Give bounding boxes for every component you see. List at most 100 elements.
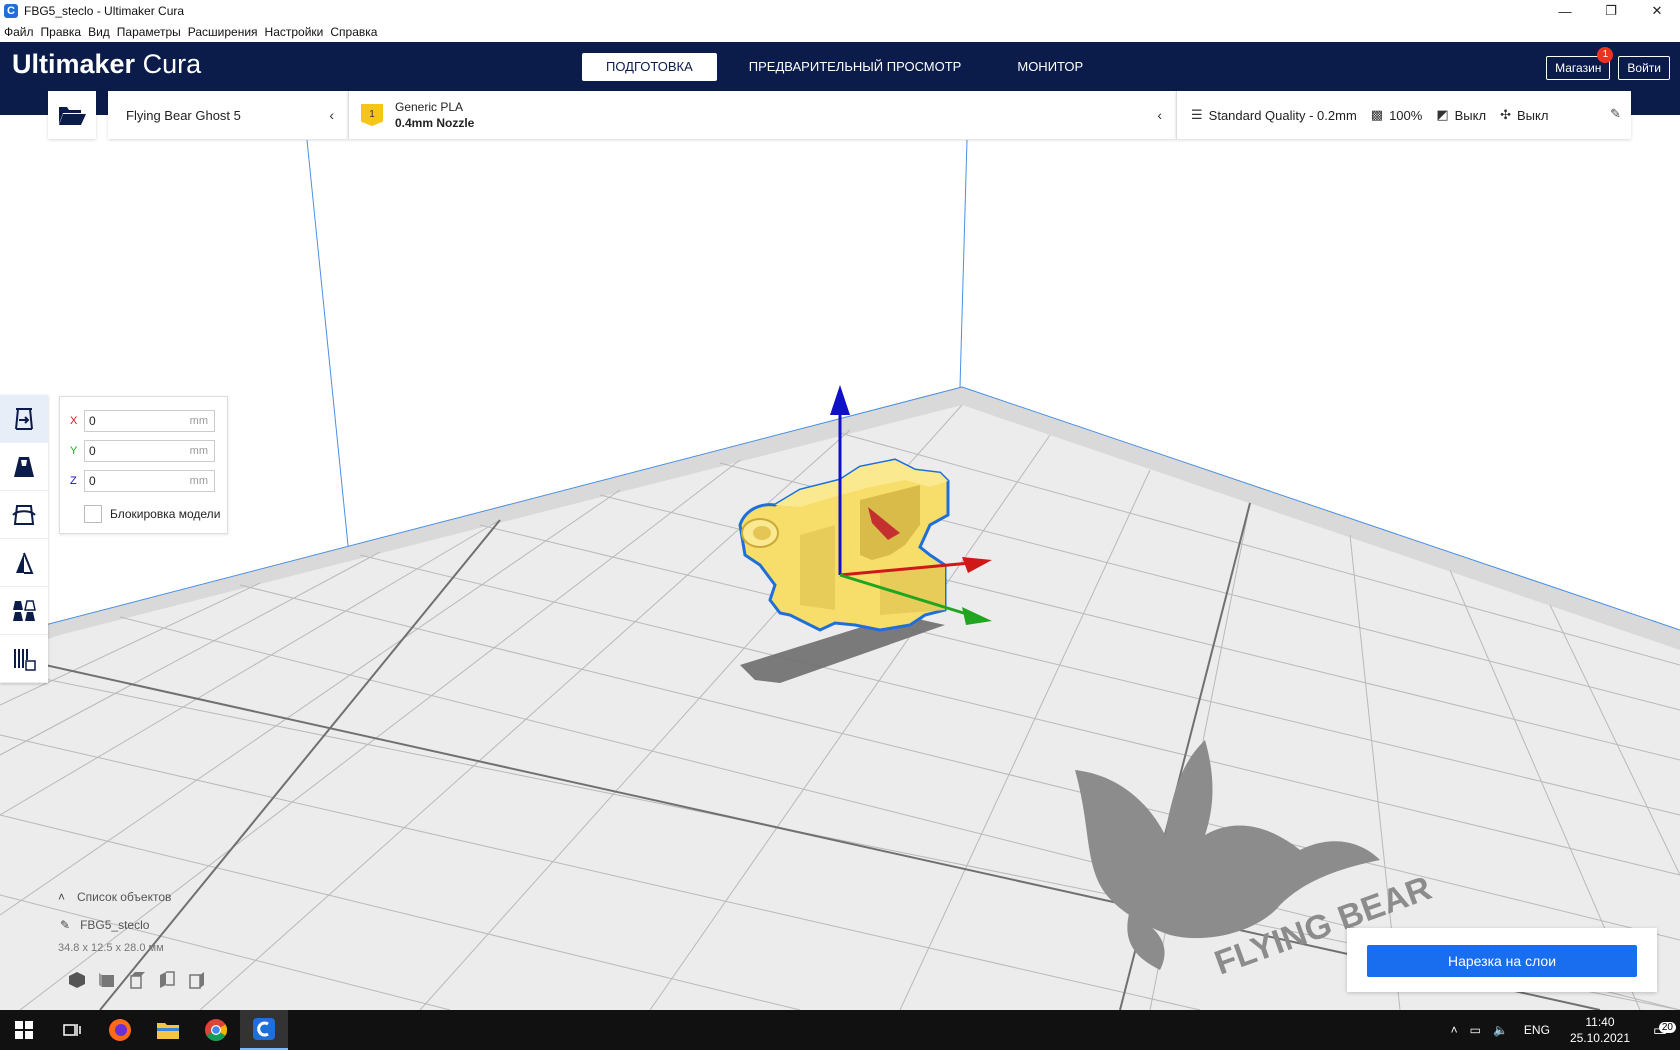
material-selector[interactable]: 1 Generic PLA 0.4mm Nozzle ‹: [348, 91, 1176, 139]
taskbar-chrome[interactable]: [192, 1010, 240, 1050]
view-front-button[interactable]: [92, 970, 122, 990]
tab-preview[interactable]: ПРЕДВАРИТЕЛЬНЫЙ ПРОСМОТР: [725, 53, 986, 81]
slice-button[interactable]: Нарезка на слои: [1367, 945, 1637, 977]
menu-file[interactable]: Файл: [4, 25, 34, 39]
header-account-area: Магазин 1 Войти: [1538, 47, 1670, 80]
marketplace-badge: 1: [1597, 47, 1614, 63]
menu-preferences[interactable]: Настройки: [265, 25, 324, 39]
quality-profile: ☰ Standard Quality - 0.2mm: [1191, 107, 1357, 123]
mirror-tool-button[interactable]: [0, 539, 48, 587]
lock-model-checkbox[interactable]: [84, 505, 102, 523]
window-controls: — ❐ ✕: [1542, 0, 1680, 22]
chrome-icon: [205, 1019, 227, 1041]
per-model-settings-button[interactable]: [0, 587, 48, 635]
support-value: Выкл: [1454, 107, 1487, 123]
z-coordinate-value: 0: [89, 474, 96, 488]
firefox-icon: [109, 1019, 131, 1041]
menu-help[interactable]: Справка: [330, 25, 377, 39]
y-coordinate-row: Y 0 mm: [70, 440, 215, 462]
x-coordinate-row: X 0 mm: [70, 410, 215, 432]
support-setting: ◩ Выкл: [1436, 107, 1486, 123]
view-top-button[interactable]: [122, 970, 152, 990]
adhesion-setting: ✣ Выкл: [1500, 107, 1548, 123]
printer-selector[interactable]: Flying Bear Ghost 5 ‹: [108, 91, 348, 139]
app-logo: Ultimaker Cura: [12, 49, 201, 80]
taskbar-firefox[interactable]: [96, 1010, 144, 1050]
z-unit-label: mm: [189, 475, 208, 487]
object-list-item[interactable]: ✎ FBG5_steclo: [58, 918, 212, 932]
close-button[interactable]: ✕: [1634, 0, 1680, 22]
object-list-title: Список объектов: [77, 890, 172, 904]
action-center-button[interactable]: ▭ 20: [1640, 1021, 1680, 1039]
chevron-up-icon: ˄: [58, 890, 66, 904]
z-axis-label: Z: [70, 475, 77, 487]
z-axis-arrow: [830, 385, 850, 415]
signin-button[interactable]: Войти: [1618, 56, 1670, 80]
cura-icon: [253, 1018, 275, 1040]
window-title: FBG5_steclo - Ultimaker Cura: [24, 4, 185, 18]
x-unit-label: mm: [189, 415, 208, 427]
maximize-button[interactable]: ❐: [1588, 0, 1634, 22]
logo-brand: Ultimaker: [12, 49, 136, 79]
x-coordinate-value: 0: [89, 414, 96, 428]
pencil-icon: ✎: [60, 918, 71, 932]
taskbar-cura[interactable]: [240, 1010, 288, 1050]
infill-setting: ▩ 100%: [1371, 107, 1423, 123]
menu-settings[interactable]: Параметры: [117, 25, 181, 39]
support-blocker-button[interactable]: [0, 635, 48, 683]
folder-open-icon: [59, 107, 86, 125]
infill-value: 100%: [1389, 107, 1423, 123]
rotate-tool-button[interactable]: [0, 491, 48, 539]
menu-edit[interactable]: Правка: [41, 25, 82, 39]
tab-prepare[interactable]: ПОДГОТОВКА: [582, 53, 717, 81]
adhesion-value: Выкл: [1516, 107, 1549, 123]
start-button[interactable]: [0, 1010, 48, 1050]
y-axis-label: Y: [70, 445, 78, 457]
x-coordinate-input[interactable]: 0 mm: [84, 410, 215, 432]
view-left-button[interactable]: [152, 970, 182, 990]
y-coordinate-value: 0: [89, 444, 96, 458]
move-tool-button[interactable]: [0, 395, 48, 443]
menu-view[interactable]: Вид: [88, 25, 110, 39]
cube-3d-icon: [69, 972, 85, 988]
object-name: FBG5_steclo: [80, 918, 150, 932]
clock-time: 11:40: [1585, 1015, 1615, 1029]
menu-extensions[interactable]: Расширения: [188, 25, 258, 39]
x-axis-label: X: [70, 415, 78, 427]
input-language[interactable]: ENG: [1524, 1023, 1550, 1037]
volume-icon[interactable]: 🔈: [1493, 1023, 1508, 1037]
object-list-panel: ˄ Список объектов ✎ FBG5_steclo 34.8 x 1…: [58, 890, 212, 990]
open-file-button[interactable]: [48, 91, 96, 139]
cube-front-icon: [99, 973, 114, 987]
3d-viewport[interactable]: FLYING BEAR: [0, 115, 1680, 1010]
printer-name: Flying Bear Ghost 5: [126, 107, 241, 123]
chevron-left-icon: ‹: [329, 107, 334, 123]
view-3d-button[interactable]: [62, 970, 92, 990]
per-model-settings-icon: [13, 599, 36, 621]
network-icon[interactable]: ▭: [1470, 1023, 1481, 1037]
lock-model-row: Блокировка модели: [84, 505, 220, 523]
z-coordinate-row: Z 0 mm: [70, 470, 215, 492]
print-settings-selector[interactable]: ☰ Standard Quality - 0.2mm ▩ 100% ◩ Выкл…: [1176, 91, 1631, 139]
minimize-button[interactable]: —: [1542, 0, 1588, 22]
folder-icon: [157, 1023, 179, 1039]
stage-tabs: ПОДГОТОВКА ПРЕДВАРИТЕЛЬНЫЙ ПРОСМОТР МОНИ…: [582, 53, 1115, 81]
view-right-button[interactable]: [182, 970, 212, 990]
slice-panel: Нарезка на слои: [1347, 928, 1657, 992]
infill-icon: ▩: [1370, 107, 1384, 122]
object-list-toggle[interactable]: ˄ Список объектов: [58, 890, 212, 904]
task-view-button[interactable]: [48, 1010, 96, 1050]
object-dimensions: 34.8 x 12.5 x 28.0 мм: [58, 942, 164, 954]
marketplace-button[interactable]: Магазин 1: [1546, 47, 1614, 80]
cube-right-icon: [189, 972, 204, 989]
y-coordinate-input[interactable]: 0 mm: [84, 440, 215, 462]
scale-tool-button[interactable]: [0, 443, 48, 491]
taskbar-file-explorer[interactable]: [144, 1010, 192, 1050]
windows-taskbar: ˄ ▭ 🔈 ENG 11:40 25.10.2021 ▭ 20: [0, 1010, 1680, 1050]
windows-logo-icon: [15, 1021, 33, 1039]
tab-monitor[interactable]: МОНИТОР: [993, 53, 1107, 81]
menu-bar: Файл Правка Вид Параметры Расширения Нас…: [0, 22, 1680, 42]
clock[interactable]: 11:40 25.10.2021: [1570, 1014, 1630, 1046]
tray-overflow-icon[interactable]: ˄: [1451, 1023, 1458, 1037]
z-coordinate-input[interactable]: 0 mm: [84, 470, 215, 492]
